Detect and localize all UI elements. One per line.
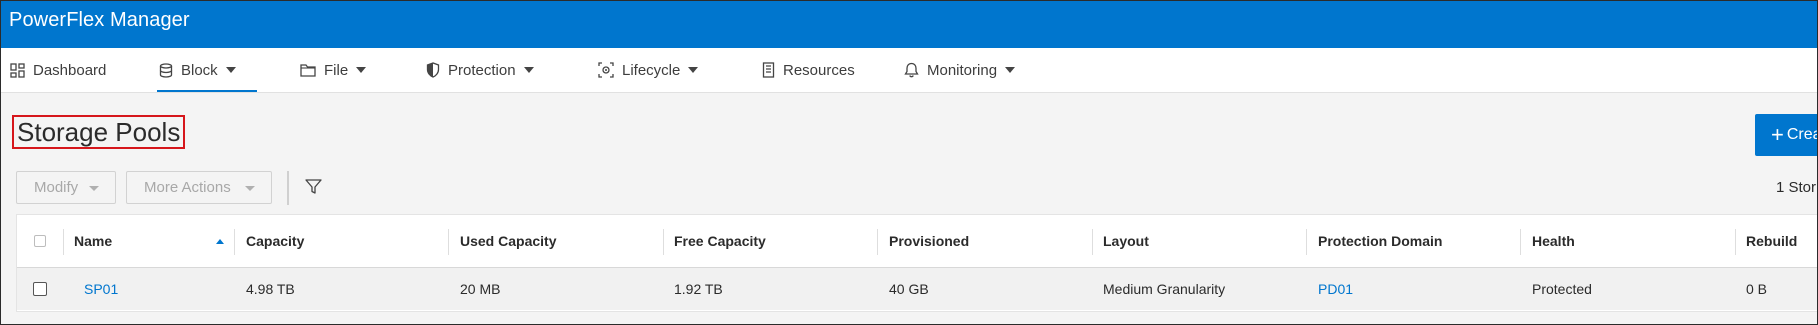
app-title: PowerFlex Manager	[9, 9, 190, 31]
create-button[interactable]: + Crea	[1755, 114, 1817, 156]
column-divider	[234, 229, 235, 255]
chevron-down-icon	[356, 67, 367, 73]
nav-protection[interactable]: Protection	[426, 48, 534, 92]
nav-lifecycle-label: Lifecycle	[622, 61, 681, 79]
cell-free-capacity: 1.92 TB	[674, 281, 723, 297]
active-nav-indicator	[157, 90, 257, 92]
resources-icon	[762, 62, 775, 78]
nav-lifecycle[interactable]: Lifecycle	[598, 48, 699, 92]
modify-button-label: Modify	[34, 179, 79, 196]
pool-name-link[interactable]: SP01	[84, 268, 118, 310]
nav-resources[interactable]: Resources	[762, 48, 855, 92]
create-button-label: Crea	[1786, 126, 1817, 143]
cell-used-capacity: 20 MB	[460, 281, 501, 297]
nav-file[interactable]: File	[300, 48, 367, 92]
block-storage-icon	[159, 62, 173, 78]
column-header-provisioned[interactable]: Provisioned	[889, 215, 969, 267]
nav-dashboard[interactable]: Dashboard	[10, 48, 106, 92]
chevron-down-icon	[89, 186, 99, 191]
select-all-checkbox[interactable]	[34, 235, 46, 247]
nav-resources-label: Resources	[783, 61, 855, 79]
app-window: PowerFlex Manager Dashboard Block File P…	[0, 0, 1818, 325]
column-header-used-capacity[interactable]: Used Capacity	[460, 215, 556, 267]
table-header: Name Capacity Used Capacity Free Capacit…	[17, 215, 1817, 268]
chevron-down-icon	[1005, 67, 1016, 73]
app-header: PowerFlex Manager	[1, 1, 1817, 48]
column-divider	[63, 229, 64, 255]
chevron-down-icon	[225, 67, 236, 73]
more-actions-button-label: More Actions	[144, 179, 231, 196]
nav-dashboard-label: Dashboard	[33, 61, 107, 79]
column-divider	[1092, 229, 1093, 255]
column-divider	[448, 229, 449, 255]
cell-capacity: 4.98 TB	[246, 281, 295, 297]
nav-file-label: File	[324, 61, 349, 79]
column-header-protection-domain[interactable]: Protection Domain	[1318, 215, 1442, 267]
nav-protection-label: Protection	[448, 61, 516, 79]
sort-ascending-icon[interactable]	[216, 239, 224, 244]
column-divider	[1735, 229, 1736, 255]
column-header-layout[interactable]: Layout	[1103, 215, 1149, 267]
column-divider	[1306, 229, 1307, 255]
column-header-free-capacity[interactable]: Free Capacity	[674, 215, 766, 267]
toolbar-divider	[287, 171, 289, 205]
shield-icon	[426, 62, 440, 78]
nav-block[interactable]: Block	[159, 48, 236, 92]
bell-icon	[904, 62, 919, 78]
chevron-down-icon	[688, 67, 699, 73]
main-nav: Dashboard Block File Protection Lifecycl…	[1, 48, 1817, 93]
column-header-name[interactable]: Name	[74, 215, 112, 267]
cell-provisioned: 40 GB	[889, 281, 929, 297]
more-actions-button[interactable]: More Actions	[126, 171, 272, 204]
storage-pools-table: Name Capacity Used Capacity Free Capacit…	[16, 214, 1817, 312]
column-divider	[663, 229, 664, 255]
cell-health: Protected	[1532, 281, 1592, 297]
protection-domain-link[interactable]: PD01	[1318, 268, 1353, 310]
page-title: Storage Pools	[17, 117, 181, 147]
column-header-capacity[interactable]: Capacity	[246, 215, 304, 267]
dashboard-icon	[10, 62, 25, 78]
nav-monitoring-label: Monitoring	[927, 61, 998, 79]
filter-icon[interactable]	[305, 178, 322, 200]
nav-block-label: Block	[181, 61, 218, 79]
column-divider	[877, 229, 878, 255]
row-checkbox[interactable]	[33, 282, 47, 296]
chevron-down-icon	[245, 186, 255, 191]
table-row[interactable]: SP01 4.98 TB 20 MB 1.92 TB 40 GB Medium …	[17, 268, 1817, 310]
column-header-rebuild[interactable]: Rebuild	[1746, 215, 1797, 267]
lifecycle-icon	[598, 62, 614, 78]
column-header-health[interactable]: Health	[1532, 215, 1575, 267]
cell-rebuild: 0 B	[1746, 281, 1768, 297]
nav-monitoring[interactable]: Monitoring	[904, 48, 1016, 92]
plus-icon: +	[1771, 122, 1784, 147]
chevron-down-icon	[523, 67, 534, 73]
column-divider	[1520, 229, 1521, 255]
modify-button[interactable]: Modify	[16, 171, 116, 204]
cell-layout: Medium Granularity	[1103, 281, 1226, 297]
page-title-highlight: Storage Pools	[12, 115, 186, 149]
folder-icon	[300, 63, 316, 77]
item-count: 1 Stor	[1776, 179, 1817, 196]
